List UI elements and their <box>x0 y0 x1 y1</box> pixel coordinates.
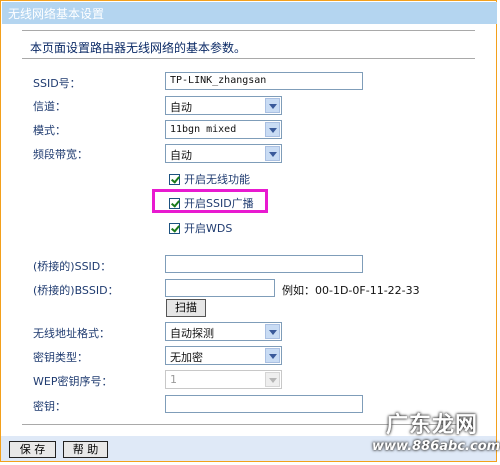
top-divider <box>22 30 475 31</box>
mode-label: 模式： <box>33 124 66 137</box>
watermark-logo: 广东龙网 www.886abc.com <box>372 407 500 461</box>
description-divider <box>22 58 475 59</box>
watermark-url: www.886abc.com <box>372 439 500 454</box>
enable-wds-checkbox[interactable]: 开启WDS <box>169 220 232 236</box>
checkbox-checked-icon[interactable] <box>169 173 180 185</box>
bridged-ssid-input[interactable] <box>165 255 363 273</box>
mode-value: 11bgn mixed <box>170 124 237 135</box>
channel-value: 自动 <box>170 101 192 114</box>
checkbox-checked-icon[interactable] <box>169 222 180 234</box>
bandwidth-value: 自动 <box>170 149 192 162</box>
ssid-label: SSID号： <box>33 77 81 90</box>
settings-panel: 无线网络基本设置 <box>0 0 497 462</box>
chevron-down-icon[interactable] <box>265 98 280 113</box>
ssid-input[interactable]: TP-LINK_zhangsan <box>165 72 363 90</box>
bssid-example: 例如：00-1D-0F-11-22-33 <box>282 284 420 297</box>
wep-index-select[interactable]: 1 <box>165 370 282 389</box>
wep-index-value: 1 <box>170 373 177 386</box>
mode-select[interactable]: 11bgn mixed <box>165 120 282 139</box>
wep-index-label: WEP密钥序号： <box>33 375 113 388</box>
page-title: 无线网络基本设置 <box>8 7 105 21</box>
title-bar: 无线网络基本设置 <box>2 2 497 24</box>
enable-wds-label: 开启WDS <box>184 222 233 235</box>
address-format-select[interactable]: 自动探测 <box>165 322 282 341</box>
enable-wireless-checkbox[interactable]: 开启无线功能 <box>169 171 250 187</box>
channel-label: 信道： <box>33 100 66 113</box>
channel-select[interactable]: 自动 <box>165 96 282 115</box>
chevron-down-icon[interactable] <box>265 122 280 137</box>
scan-button[interactable]: 扫描 <box>166 299 206 317</box>
enable-wireless-label: 开启无线功能 <box>184 173 250 186</box>
chevron-down-icon[interactable] <box>265 348 280 363</box>
key-type-value: 无加密 <box>170 351 203 364</box>
address-format-label: 无线地址格式： <box>33 327 110 340</box>
chevron-down-icon[interactable] <box>265 324 280 339</box>
key-input[interactable] <box>165 395 363 413</box>
bandwidth-label: 频段带宽： <box>33 148 88 161</box>
key-type-select[interactable]: 无加密 <box>165 346 282 365</box>
help-button[interactable]: 帮 助 <box>63 441 108 458</box>
bridged-bssid-label: (桥接的)BSSID： <box>33 284 119 297</box>
enable-ssid-broadcast-label: 开启SSID广播 <box>184 197 254 210</box>
bridged-bssid-input[interactable] <box>165 279 275 297</box>
address-format-value: 自动探测 <box>170 327 214 340</box>
bridged-ssid-label: (桥接的)SSID： <box>33 260 112 273</box>
watermark-text: 广东龙网 <box>385 413 478 438</box>
save-button[interactable]: 保 存 <box>9 441 56 458</box>
key-label: 密钥： <box>33 400 66 413</box>
key-type-label: 密钥类型： <box>33 351 88 364</box>
bandwidth-select[interactable]: 自动 <box>165 144 282 163</box>
checkbox-checked-icon[interactable] <box>169 197 180 209</box>
chevron-down-icon[interactable] <box>265 146 280 161</box>
enable-ssid-broadcast-checkbox[interactable]: 开启SSID广播 <box>169 195 254 211</box>
chevron-down-icon <box>265 372 280 387</box>
page-description: 本页面设置路由器无线网络的基本参数。 <box>30 41 247 55</box>
